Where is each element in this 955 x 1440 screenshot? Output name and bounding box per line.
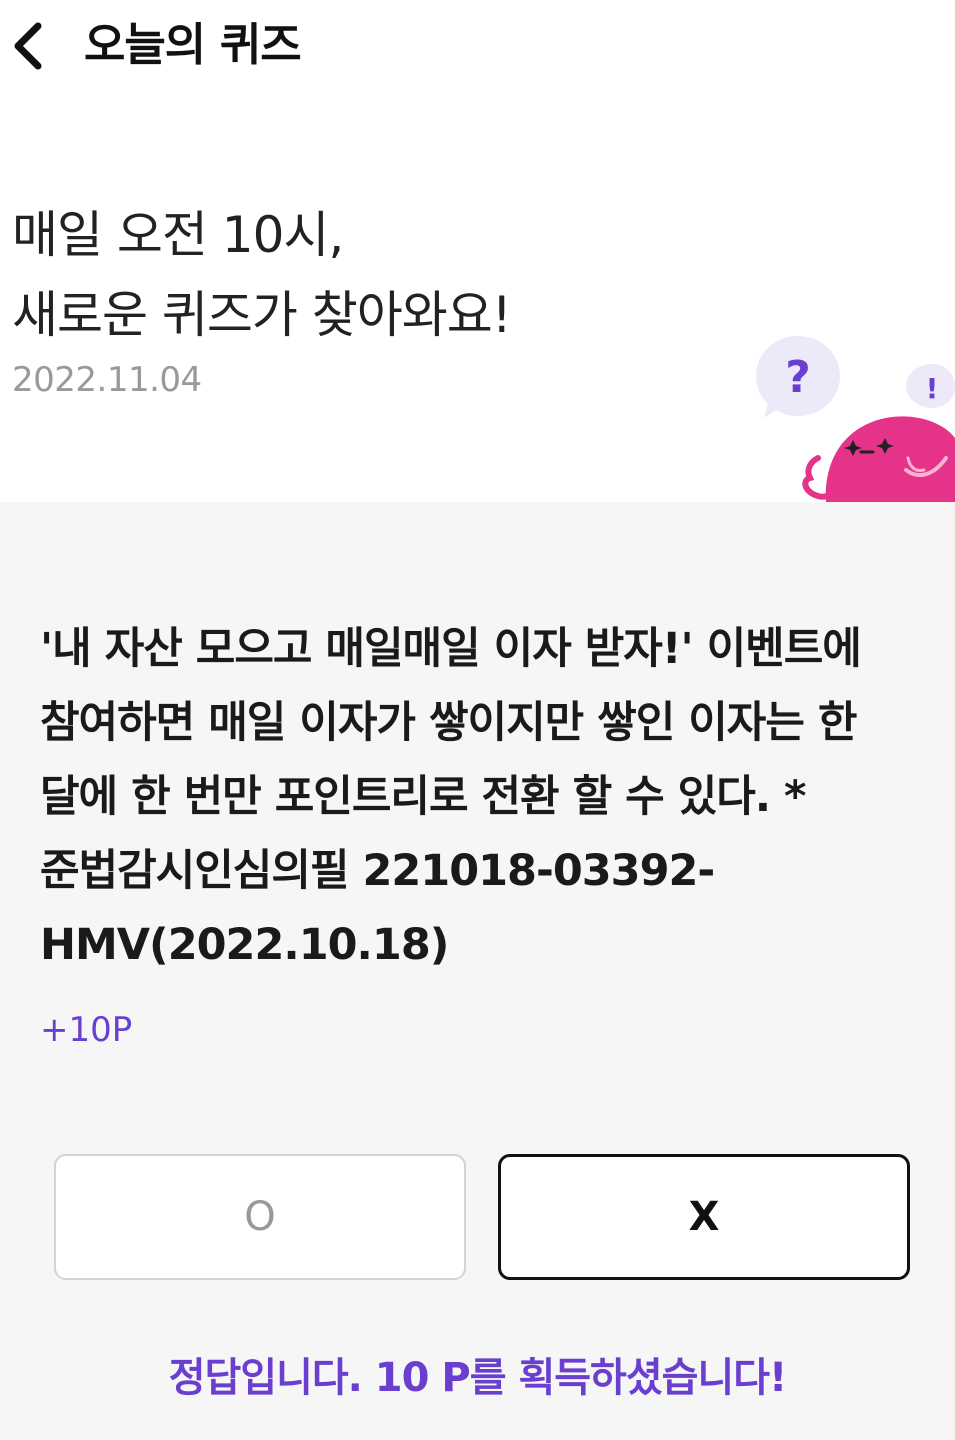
question-mark-text: ? (785, 352, 811, 403)
quiz-date: 2022.11.04 (12, 360, 202, 400)
mascot-illustration: ? ! (740, 330, 955, 502)
answer-x-label: X (688, 1194, 720, 1240)
banner-headline: 매일 오전 10시, 새로운 퀴즈가 찾아와요! (12, 195, 512, 355)
result-message: 정답입니다. 10 P를 획득하셨습니다! (168, 1355, 788, 1401)
quiz-banner: 매일 오전 10시, 새로운 퀴즈가 찾아와요! 2022.11.04 ? ! (0, 95, 955, 502)
banner-headline-line1: 매일 오전 10시, (12, 206, 344, 264)
answer-o-button[interactable]: O (54, 1154, 466, 1280)
page-title: 오늘의 퀴즈 (84, 18, 302, 71)
top-bar: 오늘의 퀴즈 (0, 0, 955, 95)
quiz-card: '내 자산 모으고 매일매일 이자 받자!' 이벤트에 참여하면 매일 이자가 … (0, 502, 955, 1440)
question-bubble-icon: ? (756, 336, 840, 418)
back-button[interactable] (6, 16, 54, 76)
answer-x-button[interactable]: X (498, 1154, 910, 1280)
chevron-left-icon (6, 16, 54, 76)
exclamation-bubble-icon: ! (906, 364, 955, 408)
answer-o-label: O (244, 1194, 276, 1240)
pink-creature-icon (802, 416, 955, 502)
banner-headline-line2: 새로운 퀴즈가 찾아와요! (12, 286, 512, 344)
quiz-question: '내 자산 모으고 매일매일 이자 받자!' 이벤트에 참여하면 매일 이자가 … (40, 624, 862, 970)
exclamation-mark-text: ! (926, 372, 939, 405)
reward-points: +10P (40, 1010, 133, 1050)
